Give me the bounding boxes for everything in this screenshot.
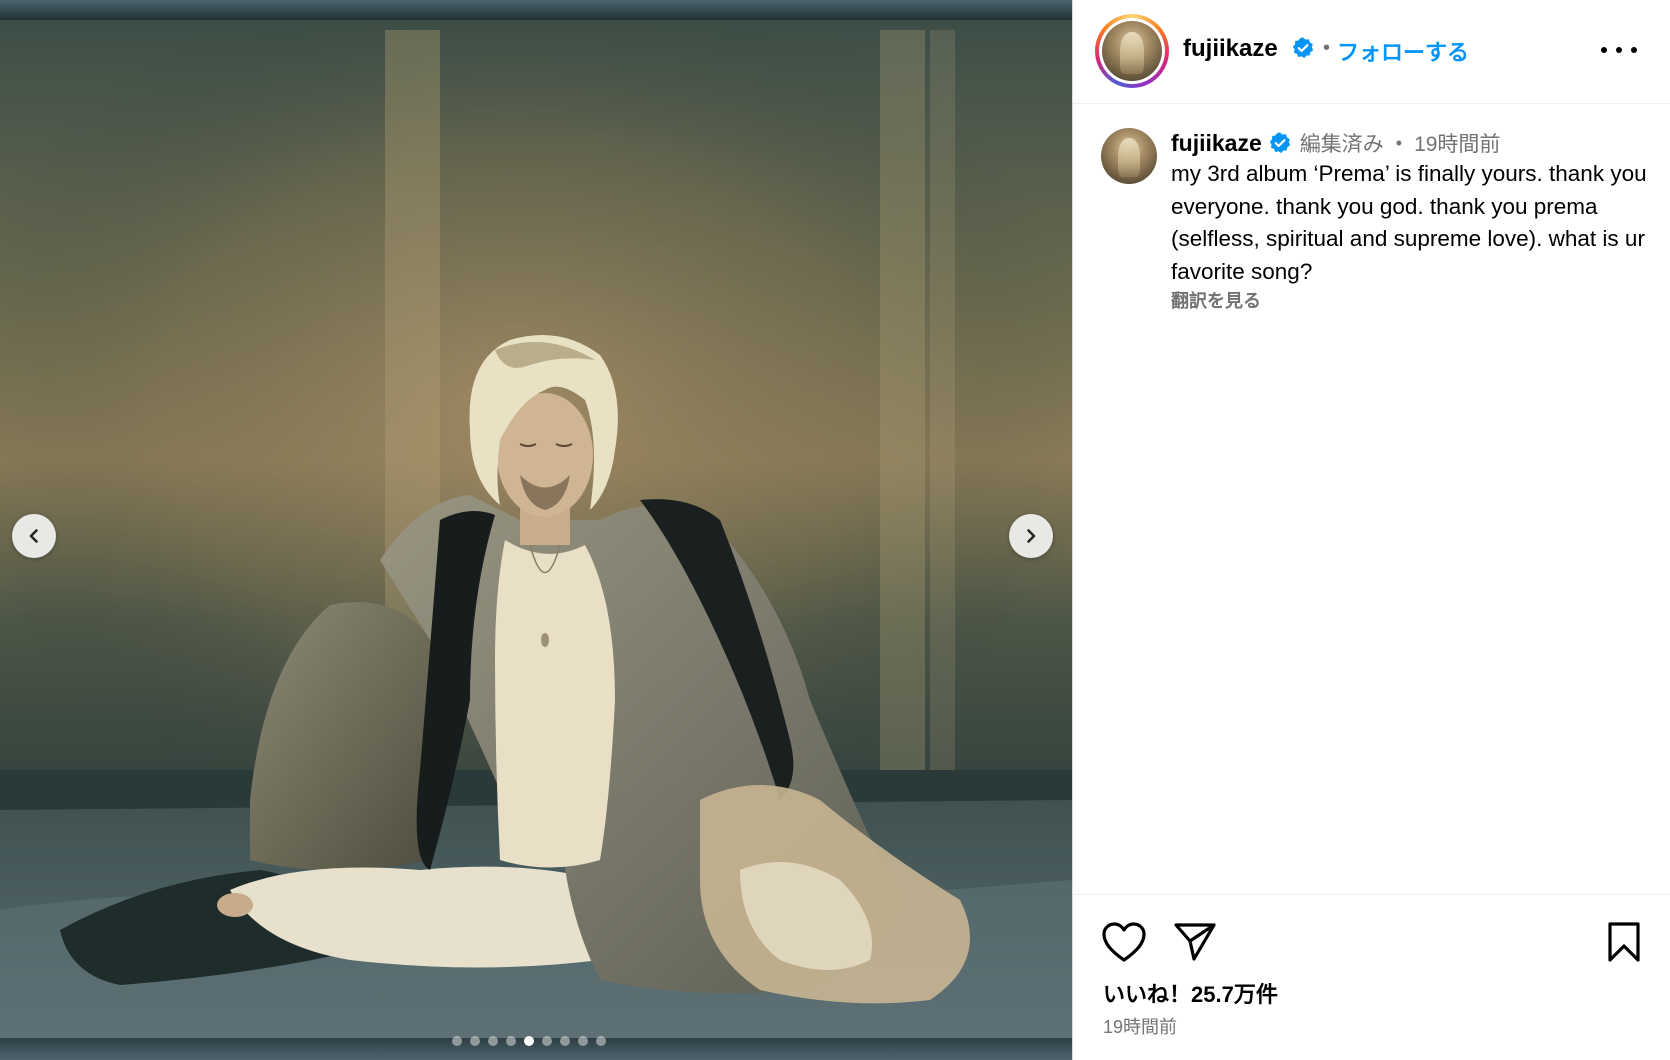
caption-separator: •	[1395, 132, 1403, 153]
carousel-dot	[506, 1036, 516, 1046]
caption-header: fujiikaze 編集済み • 19時間前	[1171, 128, 1500, 158]
post-media	[0, 0, 1072, 1060]
post-sidebar: fujiikaze • フォローする fujiikaze 編集済み • 19時間…	[1072, 0, 1670, 1060]
carousel-dot	[578, 1036, 588, 1046]
follow-button[interactable]: フォローする	[1337, 35, 1469, 67]
carousel-dot	[452, 1036, 462, 1046]
carousel-next-button[interactable]	[1009, 514, 1053, 558]
caption-text: my 3rd album ‘Prema’ is finally yours. t…	[1171, 161, 1647, 284]
verified-badge-icon	[1268, 131, 1292, 155]
carousel-dot	[488, 1036, 498, 1046]
carousel-dot	[560, 1036, 570, 1046]
photo-illustration	[0, 20, 1072, 1040]
chevron-left-icon	[29, 529, 38, 543]
caption-time[interactable]: 19時間前	[1414, 128, 1500, 158]
avatar	[1102, 21, 1162, 81]
carousel-dot	[524, 1036, 534, 1046]
photo-border-top	[0, 0, 1072, 20]
heart-icon[interactable]	[1101, 921, 1147, 968]
author-username[interactable]: fujiikaze	[1183, 35, 1278, 63]
bookmark-icon[interactable]	[1606, 921, 1642, 968]
like-count[interactable]: いいね！25.7万件	[1103, 977, 1278, 1009]
post-photo	[0, 0, 1072, 1060]
verified-badge-icon	[1291, 36, 1315, 60]
caption-avatar[interactable]	[1101, 128, 1157, 184]
action-bar: いいね！25.7万件 19時間前	[1073, 894, 1670, 1060]
post-timestamp[interactable]: 19時間前	[1103, 1013, 1177, 1039]
carousel-indicator	[452, 1036, 606, 1046]
carousel-dot	[542, 1036, 552, 1046]
carousel-prev-button[interactable]	[12, 514, 56, 558]
see-translation-link[interactable]: 翻訳を見る	[1171, 287, 1261, 313]
header-separator: •	[1323, 37, 1331, 59]
carousel-dot	[470, 1036, 480, 1046]
carousel-dot	[596, 1036, 606, 1046]
more-options-icon[interactable]	[1601, 38, 1637, 62]
chevron-right-icon	[1027, 529, 1036, 543]
edited-label: 編集済み	[1299, 133, 1384, 156]
comments-section: fujiikaze 編集済み • 19時間前 my 3rd album ‘Pre…	[1073, 104, 1670, 894]
post-header: fujiikaze • フォローする	[1073, 0, 1670, 104]
caption-username[interactable]: fujiikaze	[1171, 130, 1262, 157]
author-avatar-story-ring[interactable]	[1095, 14, 1169, 88]
send-icon[interactable]	[1173, 921, 1217, 968]
